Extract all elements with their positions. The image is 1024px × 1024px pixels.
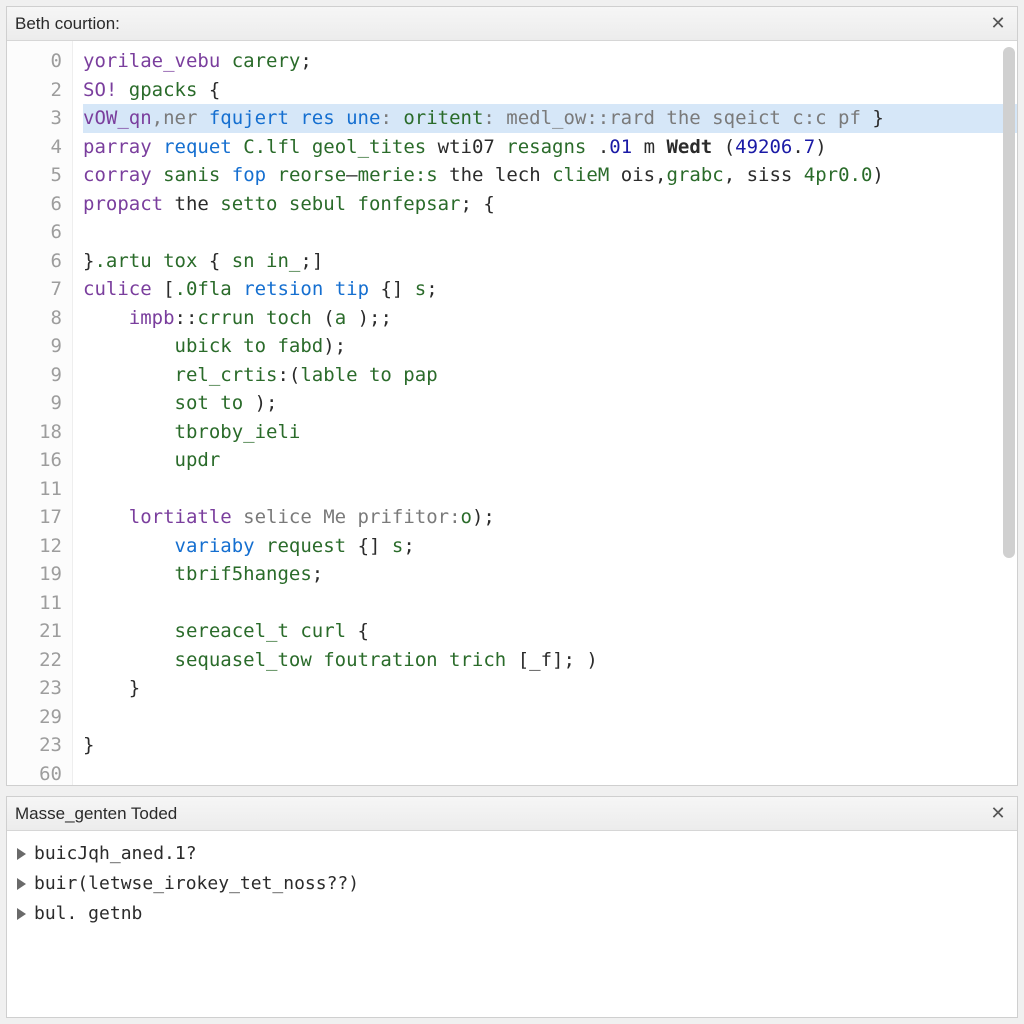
line-number: 8 (7, 304, 62, 333)
output-text: buicJqh_aned.1? (34, 839, 197, 869)
line-number: 16 (7, 446, 62, 475)
disclosure-triangle-icon[interactable] (17, 878, 26, 890)
editor-body[interactable]: 023456667899918161117121911212223292360 … (7, 41, 1017, 785)
code-line[interactable] (83, 218, 1017, 247)
line-number: 5 (7, 161, 62, 190)
code-line[interactable] (83, 475, 1017, 504)
line-number: 2 (7, 76, 62, 105)
line-number: 3 (7, 104, 62, 133)
editor-pane: Beth courtion: ✕ 02345666789991816111712… (6, 6, 1018, 786)
line-number: 17 (7, 503, 62, 532)
code-line[interactable]: yorilae_vebu carery; (83, 47, 1017, 76)
line-number-gutter: 023456667899918161117121911212223292360 (7, 41, 73, 785)
code-line[interactable]: }.artu tox { sn in_;] (83, 247, 1017, 276)
code-line[interactable]: vOW_qn,ner fqujert res une: oritent: med… (83, 104, 1017, 133)
code-line[interactable]: } (83, 731, 1017, 760)
line-number: 6 (7, 247, 62, 276)
line-number: 12 (7, 532, 62, 561)
code-line[interactable] (83, 760, 1017, 786)
line-number: 11 (7, 475, 62, 504)
line-number: 60 (7, 760, 62, 786)
output-body[interactable]: buicJqh_aned.1?buir(letwse_irokey_tet_no… (7, 831, 1017, 1017)
line-number: 9 (7, 389, 62, 418)
line-number: 7 (7, 275, 62, 304)
code-line[interactable]: } (83, 674, 1017, 703)
code-line[interactable]: updr (83, 446, 1017, 475)
close-icon[interactable]: ✕ (987, 13, 1009, 35)
line-number: 22 (7, 646, 62, 675)
code-line[interactable]: variaby request {] s; (83, 532, 1017, 561)
code-line[interactable]: tbrif5hanges; (83, 560, 1017, 589)
code-line[interactable]: ubick to fabd); (83, 332, 1017, 361)
scrollbar-thumb[interactable] (1003, 47, 1015, 558)
line-number: 29 (7, 703, 62, 732)
output-row[interactable]: buicJqh_aned.1? (17, 839, 1007, 869)
line-number: 11 (7, 589, 62, 618)
line-number: 19 (7, 560, 62, 589)
code-line[interactable]: SO! gpacks { (83, 76, 1017, 105)
code-line[interactable]: lortiatle selice Me prifitor:o); (83, 503, 1017, 532)
code-line[interactable]: culice [.0fla retsion tip {] s; (83, 275, 1017, 304)
line-number: 23 (7, 731, 62, 760)
output-pane: Masse_genten Toded ✕ buicJqh_aned.1?buir… (6, 796, 1018, 1018)
code-line[interactable]: parray requet C.lfl geol_tites wti07 res… (83, 133, 1017, 162)
editor-titlebar: Beth courtion: ✕ (7, 7, 1017, 41)
code-line[interactable]: sequasel_tow foutration trich [_f]; ) (83, 646, 1017, 675)
editor-title: Beth courtion: (15, 14, 987, 34)
code-line[interactable]: corray sanis fop reorse—merie:s the lech… (83, 161, 1017, 190)
output-titlebar: Masse_genten Toded ✕ (7, 797, 1017, 831)
code-line[interactable]: sereacel_t curl { (83, 617, 1017, 646)
code-line[interactable]: sot to ); (83, 389, 1017, 418)
disclosure-triangle-icon[interactable] (17, 848, 26, 860)
output-text: buir(letwse_irokey_tet_noss??) (34, 869, 359, 899)
output-row[interactable]: buir(letwse_irokey_tet_noss??) (17, 869, 1007, 899)
output-text: bul. getnb (34, 899, 142, 929)
line-number: 6 (7, 190, 62, 219)
close-icon[interactable]: ✕ (987, 803, 1009, 825)
line-number: 18 (7, 418, 62, 447)
line-number: 0 (7, 47, 62, 76)
output-title: Masse_genten Toded (15, 804, 987, 824)
disclosure-triangle-icon[interactable] (17, 908, 26, 920)
code-line[interactable] (83, 703, 1017, 732)
code-line[interactable] (83, 589, 1017, 618)
line-number: 9 (7, 332, 62, 361)
line-number: 9 (7, 361, 62, 390)
output-row[interactable]: bul. getnb (17, 899, 1007, 929)
line-number: 21 (7, 617, 62, 646)
code-line[interactable]: tbroby_ieli (83, 418, 1017, 447)
editor-scrollbar[interactable] (1003, 47, 1015, 777)
code-line[interactable]: propact the setto sebul fonfepsar; { (83, 190, 1017, 219)
line-number: 6 (7, 218, 62, 247)
line-number: 23 (7, 674, 62, 703)
code-area[interactable]: yorilae_vebu carery;SO! gpacks {vOW_qn,n… (73, 41, 1017, 785)
line-number: 4 (7, 133, 62, 162)
code-line[interactable]: impb::crrun toch (a );; (83, 304, 1017, 333)
code-line[interactable]: rel_crtis:(lable to pap (83, 361, 1017, 390)
